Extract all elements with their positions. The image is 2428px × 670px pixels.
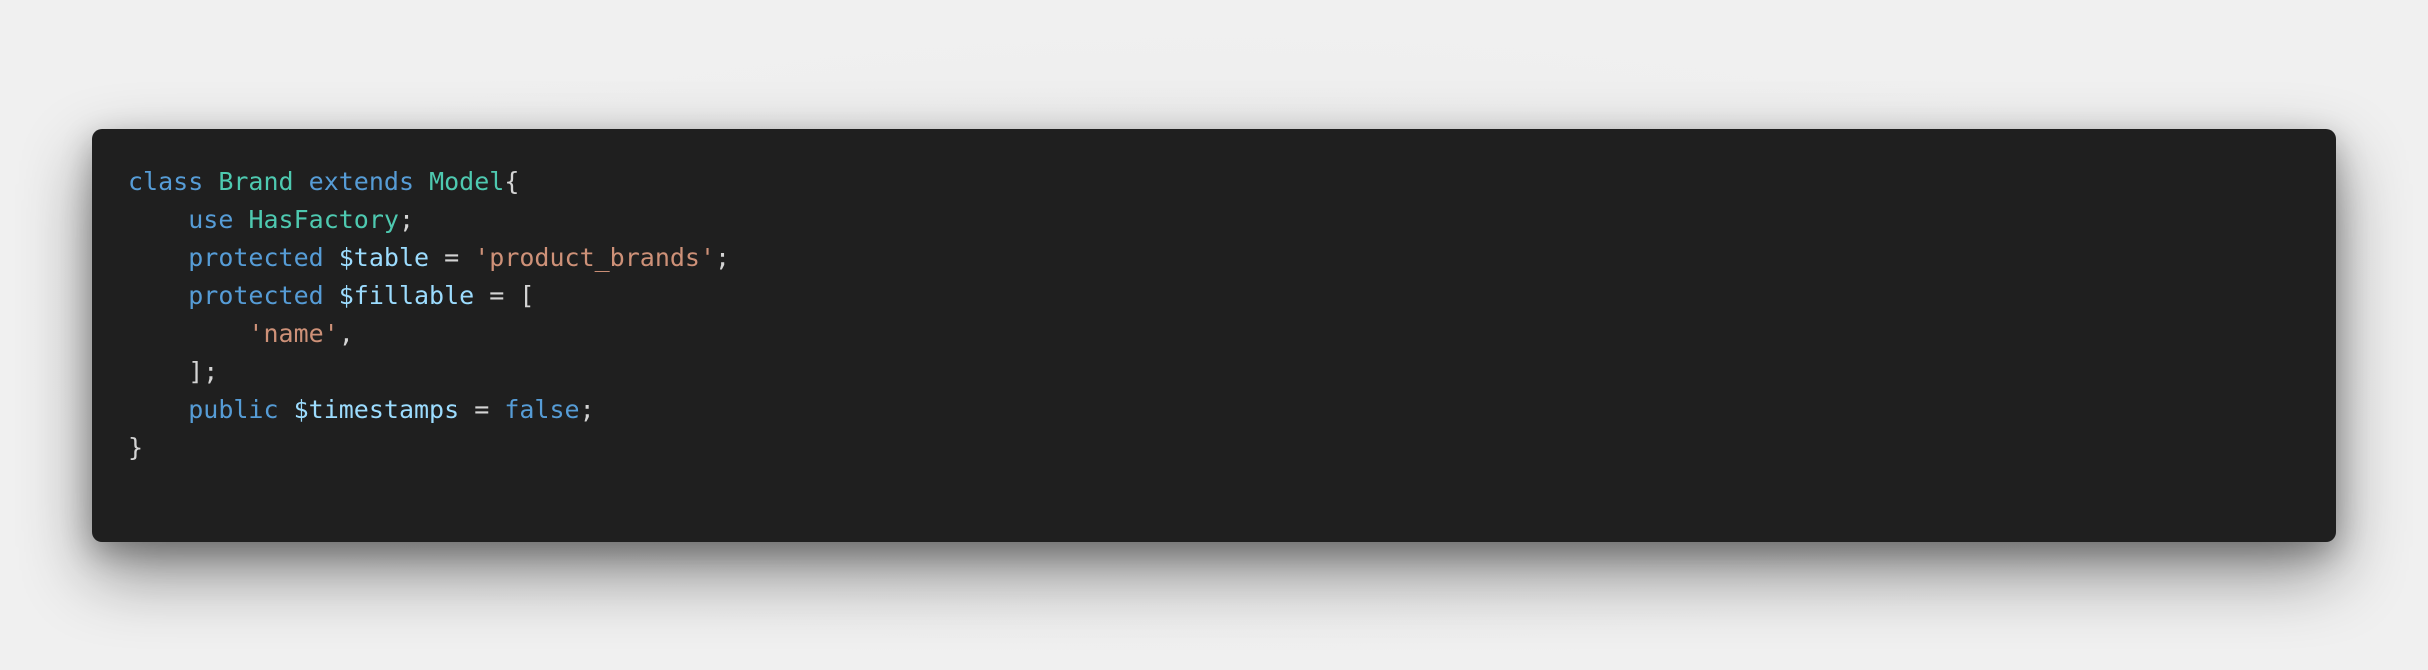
code-token: ; bbox=[579, 395, 595, 424]
code-line-7: public $timestamps = false; bbox=[128, 391, 2300, 429]
code-token: HasFactory bbox=[248, 205, 399, 234]
code-line-8: } bbox=[128, 429, 2300, 467]
code-token: protected bbox=[188, 243, 324, 272]
code-token: $table bbox=[338, 243, 430, 272]
code-token: $timestamps bbox=[293, 395, 460, 424]
code-line-2: use HasFactory; bbox=[128, 201, 2300, 239]
code-line-3: protected $table = 'product_brands'; bbox=[128, 239, 2300, 277]
code-token: 'name' bbox=[248, 319, 339, 348]
code-token: extends bbox=[308, 167, 415, 196]
code-token: ; bbox=[398, 205, 415, 234]
code-token: use bbox=[188, 205, 234, 234]
code-token: ]; bbox=[188, 357, 219, 386]
code-line-4: protected $fillable = [ bbox=[128, 277, 2300, 315]
code-line-1: class Brand extends Model{ bbox=[128, 163, 2300, 201]
code-token: = [ bbox=[474, 281, 535, 310]
code-token: 'product_brands' bbox=[474, 243, 716, 272]
code-token: false bbox=[504, 395, 580, 424]
code-token: public bbox=[188, 395, 279, 424]
code-token: , bbox=[338, 319, 354, 348]
code-token: protected bbox=[188, 281, 324, 310]
code-token: Model bbox=[429, 167, 505, 196]
code-token: ; bbox=[715, 243, 731, 272]
code-token: class bbox=[128, 167, 204, 196]
code-token: { bbox=[504, 167, 520, 196]
code-line-6: ]; bbox=[128, 353, 2300, 391]
code-token: = bbox=[429, 243, 475, 272]
code-token: = bbox=[459, 395, 505, 424]
code-text[interactable]: class Brand extends Model{ use HasFactor… bbox=[128, 163, 2300, 467]
code-line-5: 'name', bbox=[128, 315, 2300, 353]
code-block: class Brand extends Model{ use HasFactor… bbox=[92, 129, 2336, 542]
code-token: $fillable bbox=[338, 281, 475, 310]
code-token: } bbox=[128, 433, 144, 462]
page-background: class Brand extends Model{ use HasFactor… bbox=[0, 0, 2428, 670]
code-token: Brand bbox=[218, 167, 294, 196]
